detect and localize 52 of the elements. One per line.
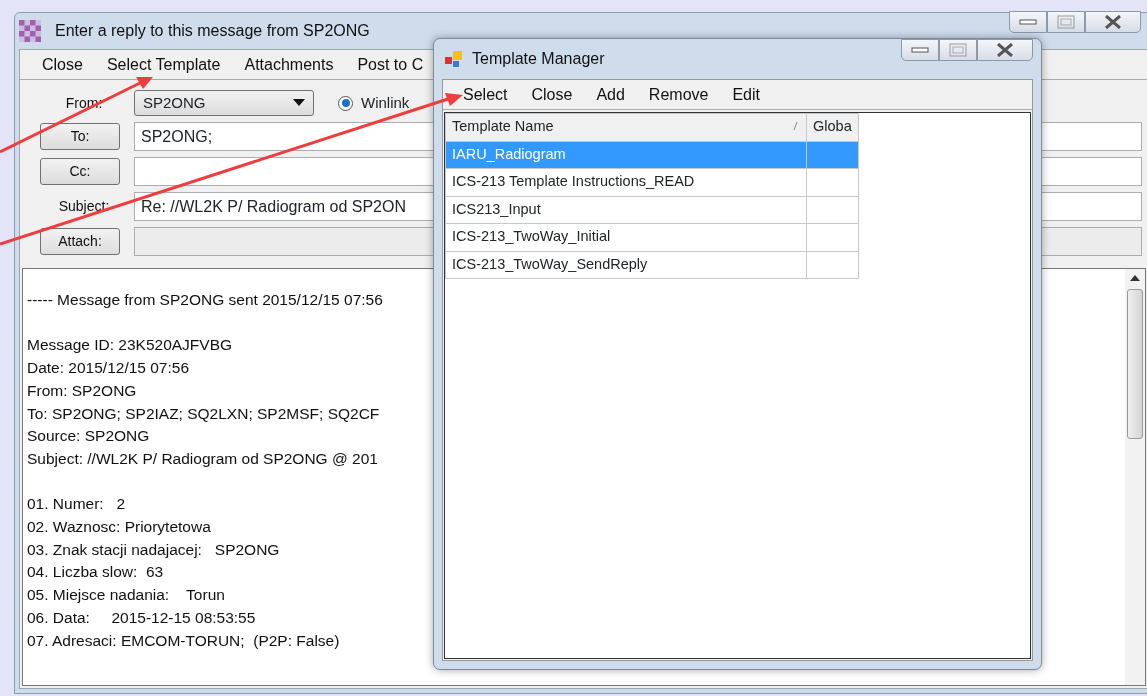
caret-icon	[293, 99, 305, 107]
message-line: Subject: //WL2K P/ Radiogram od SP2ONG @ 201	[27, 448, 378, 469]
menu-item[interactable]: Select Template	[94, 52, 233, 77]
message-line: 04. Liczba slow: 63	[27, 562, 164, 583]
maximize-icon	[1057, 15, 1075, 29]
maximize-button[interactable]	[1047, 11, 1085, 33]
from-dropdown[interactable]: SP2ONG	[134, 90, 314, 116]
column-header[interactable]: Globa	[806, 113, 859, 141]
minimize-button[interactable]	[901, 39, 939, 61]
message-line: From: SP2ONG	[27, 380, 137, 401]
message-line: 01. Numer: 2	[27, 494, 126, 515]
scrollbar[interactable]	[1125, 269, 1145, 685]
minimize-button[interactable]	[1009, 11, 1047, 33]
menu-item[interactable]: Select	[451, 82, 520, 107]
close-button[interactable]	[977, 39, 1033, 61]
window-title: Enter a reply to this message from SP2ONG	[55, 21, 370, 41]
close-icon	[996, 43, 1014, 57]
message-line: 05. Miejsce nadania: Torun	[27, 585, 225, 606]
menu-item[interactable]: Close	[519, 82, 585, 107]
message-line: ----- Message from SP2ONG sent 2015/12/15 07:56	[27, 290, 383, 310]
radio-button[interactable]	[338, 95, 353, 111]
close-button[interactable]	[1085, 11, 1141, 33]
close-icon	[1104, 15, 1122, 29]
message-line: 02. Waznosc: Priorytetowa	[27, 517, 211, 537]
menu-item[interactable]: Remove	[636, 82, 721, 107]
dialog-title: Template Manager	[472, 49, 605, 69]
scroll-up-icon	[1130, 275, 1140, 281]
message-line: 07. Adresaci: EMCOM-TORUN; (P2P: False)	[27, 630, 340, 651]
menu-item[interactable]: Close	[30, 52, 95, 77]
column-header[interactable]: Template Name	[445, 113, 807, 141]
message-line: Message ID: 23K520AJFVBG	[27, 335, 233, 356]
radio-label: Winlink	[361, 92, 410, 113]
app-icon	[19, 20, 41, 42]
message-line: Source: SP2ONG	[27, 426, 150, 447]
subject-label: Subject:	[57, 197, 111, 216]
minimize-icon	[911, 47, 929, 53]
message-line: 03. Znak stacji nadajacej: SP2ONG	[27, 539, 280, 560]
menu-item[interactable]: Attachments	[232, 52, 346, 77]
menu-item[interactable]: Add	[584, 82, 637, 107]
maximize-icon	[949, 43, 967, 57]
message-line: To: SP2ONG; SP2IAZ; SQ2LXN; SP2MSF; SQ2CF	[27, 403, 380, 424]
menu-item[interactable]: Post to C	[345, 52, 436, 77]
template-icon	[444, 50, 464, 68]
sort-icon	[793, 122, 798, 130]
to-button[interactable]: To:	[40, 123, 120, 150]
attach-button[interactable]: Attach:	[40, 228, 120, 255]
minimize-icon	[1019, 19, 1037, 25]
message-line: 06. Data: 2015-12-15 08:53:55	[27, 607, 256, 628]
maximize-button[interactable]	[939, 39, 977, 61]
message-line: Date: 2015/12/15 07:56	[27, 358, 190, 379]
cc-button[interactable]: Cc:	[40, 158, 120, 185]
menu-item[interactable]: Edit	[720, 82, 772, 107]
